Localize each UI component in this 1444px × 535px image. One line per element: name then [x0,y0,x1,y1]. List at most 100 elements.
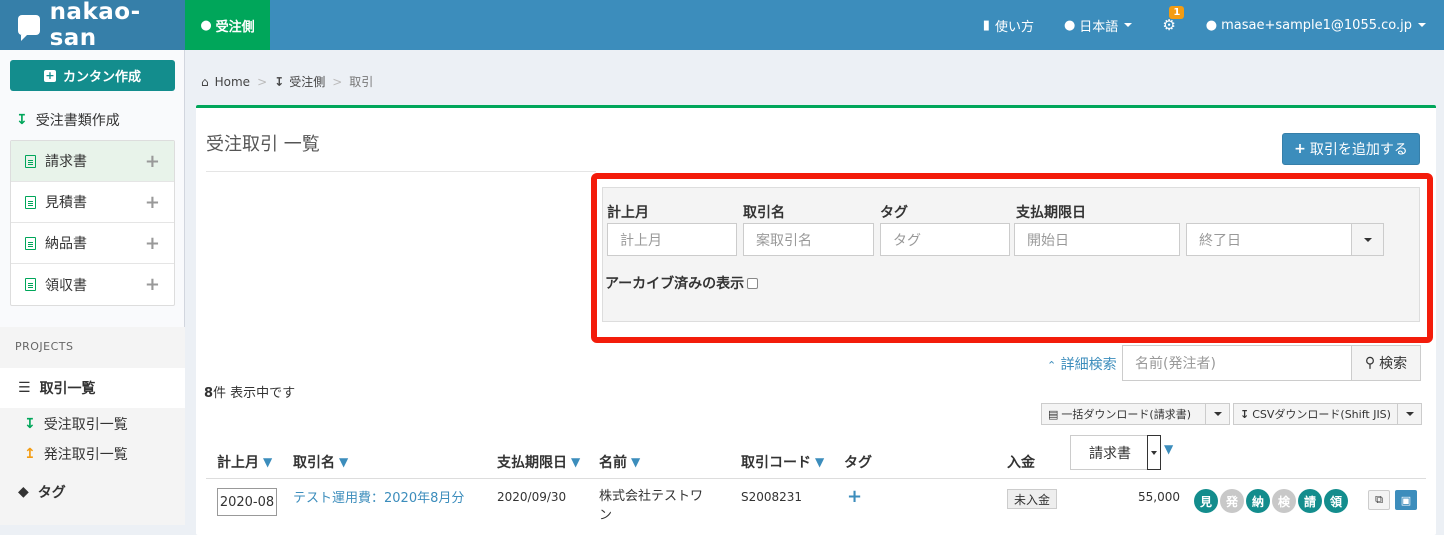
document-icon [25,278,36,291]
doc-badge-order[interactable]: 発 [1220,489,1244,513]
doc-badge-quote[interactable]: 見 [1194,489,1218,513]
chevron-down-icon [1405,412,1414,416]
plus-icon: + [1294,141,1306,157]
list-icon: ☰ [18,380,31,396]
column-name[interactable]: 取引名 ▼ [293,452,348,472]
breadcrumb-home[interactable]: Home [215,75,250,89]
doc-badge-invoice[interactable]: 請 [1298,489,1322,513]
sort-icon: ▼ [815,455,825,469]
language-dropdown[interactable]: ● 日本語 [1049,0,1147,50]
add-tag-icon[interactable]: + [847,486,862,507]
sidebar-item-label: 見積書 [45,195,87,211]
sidebar-item-ordered-transactions[interactable]: ↥ 発注取引一覧 [24,444,128,464]
quick-create-button[interactable]: + カンタン作成 [10,60,175,91]
column-month[interactable]: 計上月 ▼ [217,452,272,472]
document-icon [25,195,36,209]
add-transaction-button[interactable]: + 取引を追加する [1282,133,1420,165]
row-month: 2020-08 [219,494,275,510]
plus-icon[interactable]: + [145,233,160,254]
search-input[interactable]: 名前(発注者) [1122,345,1352,381]
filter-tag-input[interactable]: タグ [880,223,1010,256]
search-button[interactable]: ⚲ 検索 [1351,345,1421,381]
row-name-link[interactable]: テスト運用費：2020年8月分 [293,487,464,506]
column-label: 計上月 [217,455,259,471]
doc-badge-inspection[interactable]: 検 [1272,489,1296,513]
filter-due-label: 支払期限日 [1016,205,1086,221]
archive-toggle[interactable]: アーカイブ済みの表示 [605,273,759,293]
filter-end-date-input[interactable]: 終了日 [1186,223,1353,256]
top-navbar: nakao-san ● 受注側 ▮ 使い方 ● 日本語 ⚙ 1 ● masae+… [0,0,1444,51]
sidebar-item-label: 領収書 [45,277,87,294]
sidebar-item-receipt[interactable]: 領収書 + [11,264,174,305]
user-menu[interactable]: ● masae+sample1@1055.co.jp [1191,0,1444,50]
document-icon [25,154,36,168]
advanced-search-link[interactable]: ⌃ 詳細検索 [1047,354,1117,374]
doc-type-dropdown[interactable] [1147,435,1161,470]
chevron-down-icon [1363,237,1372,242]
sort-icon: ▼ [631,455,641,469]
chevron-down-icon [1124,23,1133,27]
sidebar-item-received-transactions[interactable]: ↧ 受注取引一覧 [24,414,128,434]
row-due: 2020/09/30 [497,490,567,504]
sidebar-item-label: タグ [37,485,66,501]
help-link[interactable]: ▮ 使い方 [968,0,1049,50]
breadcrumb-current: 取引 [349,75,374,89]
sidebar-item-transactions[interactable]: ☰ 取引一覧 [0,368,185,408]
role-tab-receiver[interactable]: ● 受注側 [185,0,270,50]
column-customer[interactable]: 名前 ▼ [599,452,640,472]
doc-badge-receipt[interactable]: 領 [1324,489,1348,513]
csv-download-button[interactable]: ↧ CSVダウンロード(Shift JIS) [1233,403,1422,425]
date-range-dropdown[interactable] [1351,223,1384,256]
filter-tag-placeholder: タグ [893,232,921,249]
result-count-text: 件 表示中です [213,386,296,401]
column-tag: タグ [844,452,872,472]
doc-badge-delivery[interactable]: 納 [1246,489,1270,513]
upload-icon: ↥ [24,446,36,462]
breadcrumb-section[interactable]: 受注側 [289,73,325,90]
advanced-search-label: 詳細検索 [1060,357,1117,373]
row-month-input[interactable]: 2020-08 [217,488,277,516]
sidebar-item-tags[interactable]: ◆ タグ [18,482,66,502]
app-logo[interactable]: nakao-san [0,0,185,51]
sidebar-item-quote[interactable]: 見積書 + [11,182,174,223]
plus-square-icon: + [43,68,56,82]
csv-download-dropdown[interactable] [1397,404,1421,424]
language-label: 日本語 [1079,19,1119,35]
column-label: 入金 [1007,455,1035,471]
sidebar-item-label: 納品書 [45,236,87,252]
filter-end-placeholder: 終了日 [1199,232,1241,249]
row-customer: 株式会社テストワ ン [599,487,703,525]
search-icon: ⚲ [1364,355,1376,371]
bulk-download-button[interactable]: ▤ 一括ダウンロード(請求書) [1041,403,1230,425]
plus-icon[interactable]: + [145,192,160,213]
download-icon: ↧ [1240,407,1250,421]
help-label: 使い方 [994,19,1034,35]
sidebar-item-delivery[interactable]: 納品書 + [11,223,174,264]
notification-count-badge: 1 [1169,6,1185,19]
status-badge: 未入金 [1007,489,1058,509]
row-customer-line: 株式会社テストワ [599,489,704,504]
column-due[interactable]: 支払期限日 ▼ [497,452,580,472]
chevron-down-icon [1418,23,1426,27]
column-code[interactable]: 取引コード ▼ [741,452,824,472]
sidebar-item-invoice[interactable]: 請求書 + [11,141,174,182]
archive-icon[interactable]: ▣ [1395,490,1417,510]
sort-icon[interactable]: ▼ [1164,442,1173,456]
plus-icon[interactable]: + [145,151,160,172]
archive-checkbox[interactable] [747,277,759,289]
filter-name-input[interactable]: 案取引名 [743,223,874,256]
sidebar-item-label: 発注取引一覧 [43,447,128,463]
filter-month-placeholder: 計上月 [620,232,662,249]
filter-start-placeholder: 開始日 [1027,232,1069,249]
download-icon: ↧ [24,416,36,432]
row-code: S2008231 [741,490,803,504]
plus-icon[interactable]: + [145,274,160,295]
filter-month-input[interactable]: 計上月 [607,223,737,256]
filter-start-date-input[interactable]: 開始日 [1014,223,1180,256]
bulk-download-dropdown[interactable] [1205,404,1229,424]
sort-icon: ▼ [571,455,581,469]
doc-type-selected: 請求書 [1089,445,1131,462]
copy-icon[interactable]: ⧉ [1368,490,1390,510]
column-label: 名前 [599,455,627,471]
notifications-button[interactable]: ⚙ 1 [1147,0,1190,50]
